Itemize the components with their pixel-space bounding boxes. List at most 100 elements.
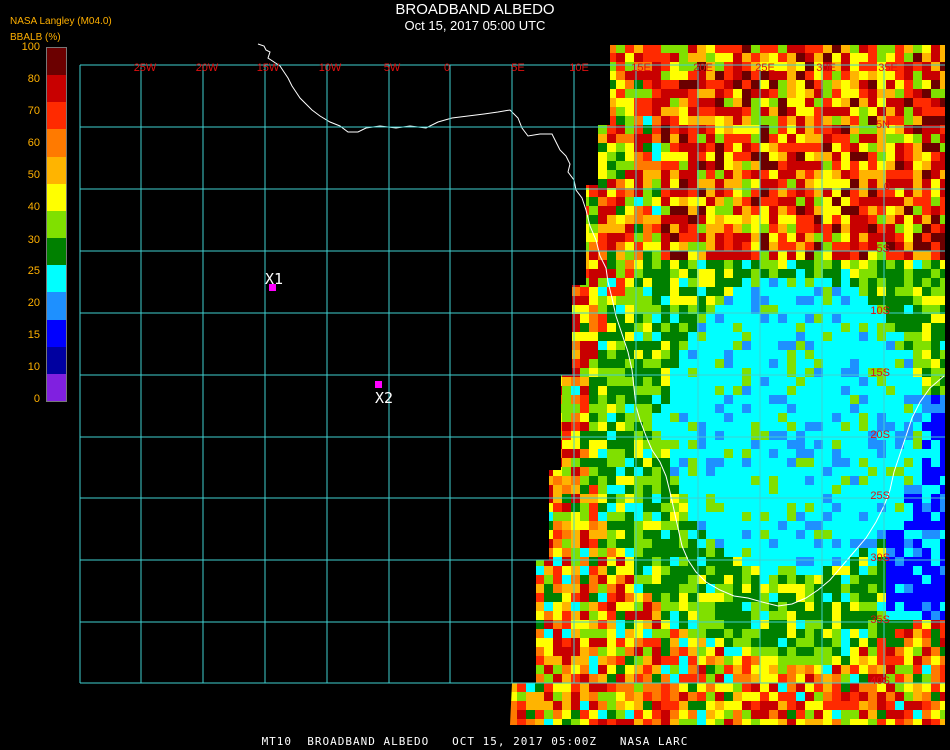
albedo-pixel <box>643 80 652 89</box>
albedo-pixel <box>832 80 841 89</box>
albedo-pixel <box>742 476 751 485</box>
albedo-pixel <box>832 584 841 593</box>
albedo-pixel <box>661 125 670 134</box>
latitude-label: 5S <box>877 243 890 255</box>
albedo-pixel <box>805 71 814 80</box>
albedo-pixel <box>526 53 535 62</box>
albedo-pixel <box>841 45 850 53</box>
albedo-pixel <box>895 476 904 485</box>
albedo-pixel <box>688 386 697 395</box>
albedo-pixel <box>616 170 625 179</box>
albedo-pixel <box>607 593 616 602</box>
albedo-pixel <box>895 233 904 242</box>
albedo-pixel <box>670 557 679 566</box>
albedo-pixel <box>796 449 805 458</box>
albedo-pixel <box>688 458 697 467</box>
albedo-pixel <box>652 323 661 332</box>
albedo-pixel <box>769 683 778 692</box>
albedo-pixel <box>634 206 643 215</box>
albedo-pixel <box>841 224 850 233</box>
albedo-pixel <box>769 287 778 296</box>
albedo-pixel <box>841 710 850 719</box>
albedo-pixel <box>634 449 643 458</box>
albedo-pixel <box>715 224 724 233</box>
albedo-pixel <box>652 440 661 449</box>
albedo-pixel <box>526 539 535 548</box>
albedo-pixel <box>886 341 895 350</box>
albedo-pixel <box>886 476 895 485</box>
albedo-pixel <box>760 170 769 179</box>
albedo-pixel <box>517 512 526 521</box>
albedo-pixel <box>931 278 940 287</box>
albedo-pixel <box>616 377 625 386</box>
albedo-pixel <box>913 584 922 593</box>
albedo-pixel <box>553 53 562 62</box>
albedo-pixel <box>778 152 787 161</box>
albedo-pixel <box>787 575 796 584</box>
albedo-pixel <box>634 332 643 341</box>
albedo-pixel <box>796 269 805 278</box>
albedo-pixel <box>940 269 945 278</box>
albedo-pixel <box>724 350 733 359</box>
albedo-pixel <box>805 242 814 251</box>
albedo-pixel <box>562 593 571 602</box>
albedo-pixel <box>796 530 805 539</box>
albedo-pixel <box>526 368 535 377</box>
albedo-pixel <box>841 611 850 620</box>
albedo-pixel <box>517 341 526 350</box>
albedo-pixel <box>940 593 945 602</box>
albedo-pixel <box>724 98 733 107</box>
albedo-pixel <box>859 206 868 215</box>
albedo-pixel <box>625 116 634 125</box>
albedo-pixel <box>922 719 931 725</box>
albedo-pixel <box>616 53 625 62</box>
albedo-pixel <box>580 350 589 359</box>
albedo-pixel <box>679 45 688 53</box>
albedo-pixel <box>805 287 814 296</box>
albedo-pixel <box>661 260 670 269</box>
albedo-pixel <box>544 575 553 584</box>
albedo-pixel <box>931 548 940 557</box>
albedo-pixel <box>679 458 688 467</box>
albedo-pixel <box>904 557 913 566</box>
albedo-pixel <box>517 152 526 161</box>
albedo-pixel <box>517 395 526 404</box>
albedo-pixel <box>931 602 940 611</box>
albedo-pixel <box>850 404 859 413</box>
albedo-pixel <box>580 413 589 422</box>
albedo-pixel <box>706 593 715 602</box>
albedo-pixel <box>553 719 562 725</box>
albedo-pixel <box>787 314 796 323</box>
albedo-pixel <box>517 278 526 287</box>
albedo-pixel <box>715 719 724 725</box>
albedo-pixel <box>598 665 607 674</box>
albedo-pixel <box>922 647 931 656</box>
albedo-pixel <box>868 629 877 638</box>
albedo-pixel <box>562 404 571 413</box>
albedo-pixel <box>562 566 571 575</box>
albedo-pixel <box>706 584 715 593</box>
albedo-pixel <box>679 161 688 170</box>
albedo-pixel <box>688 539 697 548</box>
albedo-pixel <box>886 134 895 143</box>
albedo-pixel <box>526 584 535 593</box>
albedo-pixel <box>724 521 733 530</box>
albedo-pixel <box>589 557 598 566</box>
albedo-pixel <box>904 404 913 413</box>
albedo-pixel <box>553 692 562 701</box>
albedo-pixel <box>625 449 634 458</box>
albedo-pixel <box>562 629 571 638</box>
albedo-pixel <box>724 629 733 638</box>
albedo-pixel <box>814 701 823 710</box>
albedo-pixel <box>544 710 553 719</box>
albedo-pixel <box>607 449 616 458</box>
albedo-pixel <box>904 359 913 368</box>
albedo-pixel <box>751 431 760 440</box>
albedo-pixel <box>868 665 877 674</box>
albedo-pixel <box>616 413 625 422</box>
albedo-pixel <box>760 134 769 143</box>
albedo-pixel <box>571 620 580 629</box>
albedo-pixel <box>832 332 841 341</box>
albedo-pixel <box>733 179 742 188</box>
albedo-pixel <box>715 242 724 251</box>
